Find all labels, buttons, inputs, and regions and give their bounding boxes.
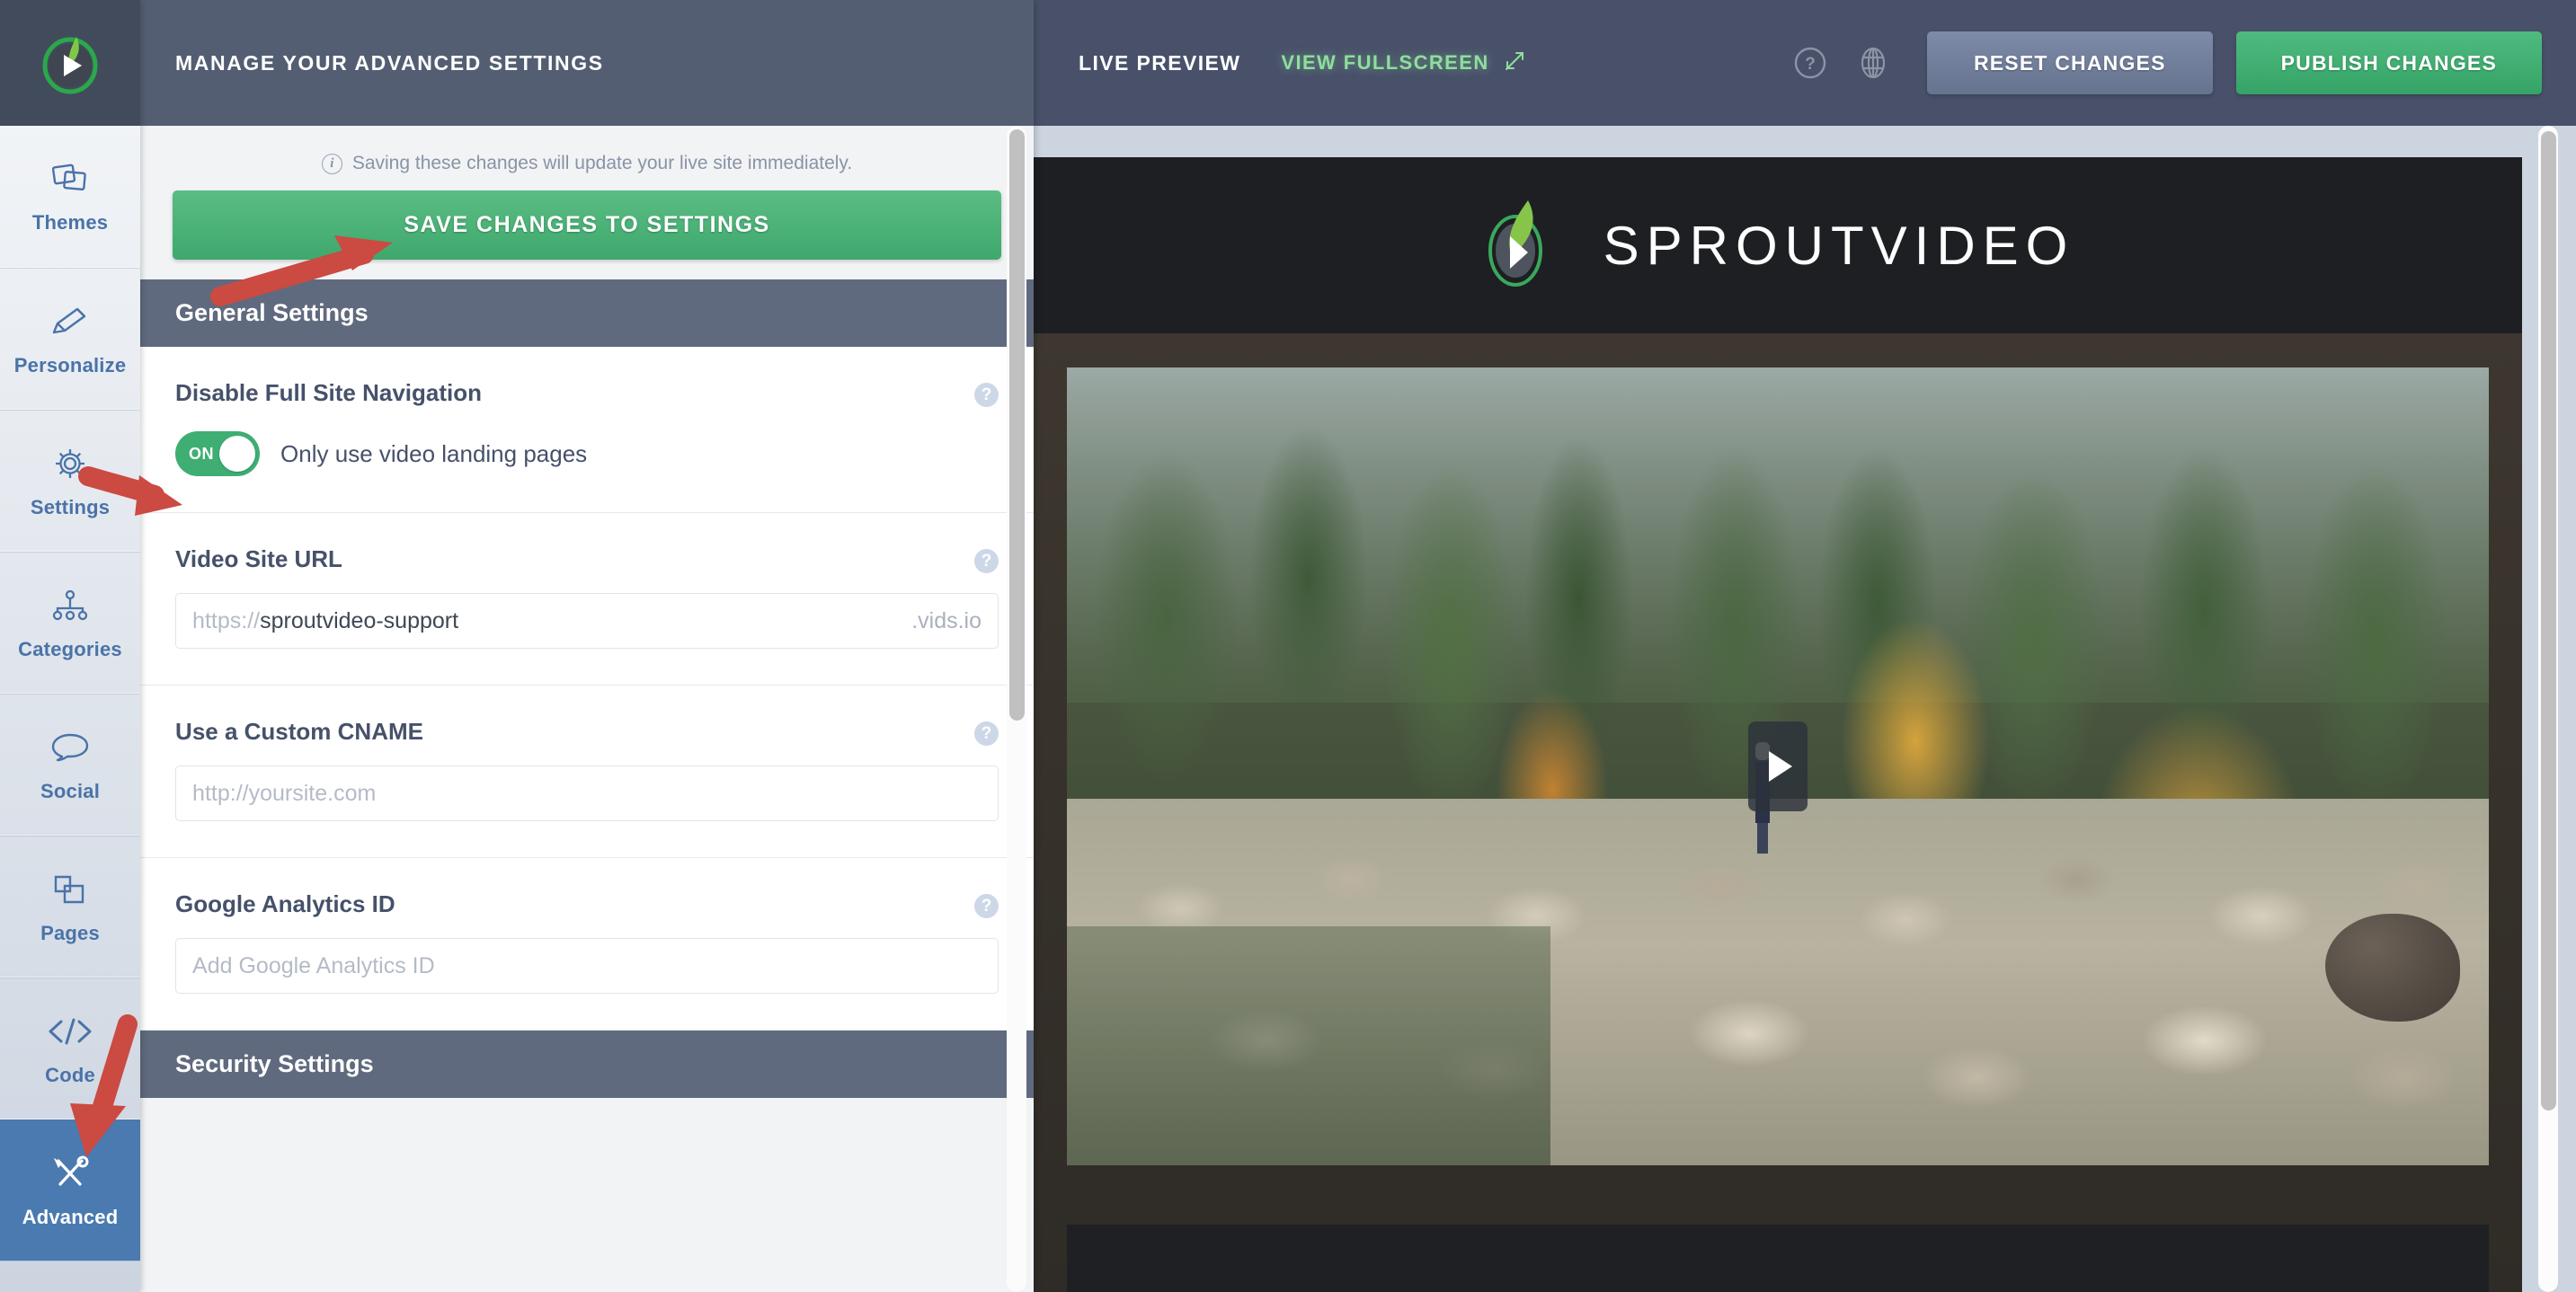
- toggle-row: ON Only use video landing pages: [175, 431, 999, 476]
- gear-icon: [52, 443, 88, 484]
- field-label: Google Analytics ID: [175, 890, 395, 917]
- sproutvideo-play-logo-icon: [42, 37, 98, 94]
- sidebar-item-label: Advanced: [22, 1205, 119, 1228]
- help-icon[interactable]: ?: [974, 549, 999, 573]
- sidebar-item-social[interactable]: Social: [0, 694, 141, 836]
- code-brackets-icon: [47, 1011, 93, 1052]
- field-top: Google Analytics ID ?: [175, 890, 999, 918]
- sidebar-item-settings[interactable]: Settings: [0, 410, 141, 552]
- panel-scrollbar[interactable]: [1007, 126, 1026, 1292]
- toggle-knob: [219, 436, 256, 472]
- settings-panel: MANAGE YOUR ADVANCED SETTINGS i Saving t…: [140, 0, 1034, 1292]
- panel-scrollbar-thumb[interactable]: [1009, 129, 1025, 721]
- app-root: Themes Personalize Settings Categories S…: [0, 0, 2576, 1292]
- site-header: SPROUTVIDEO: [1034, 157, 2522, 333]
- field-google-analytics-id: Google Analytics ID ? Add Google Analyti…: [140, 858, 1034, 1031]
- question-circle-icon[interactable]: ?: [1790, 43, 1830, 83]
- field-top: Disable Full Site Navigation ?: [175, 379, 999, 407]
- url-prefix: https://: [192, 607, 261, 633]
- sidebar-item-themes[interactable]: Themes: [0, 126, 141, 268]
- field-custom-cname: Use a Custom CNAME ? http://yoursite.com: [140, 686, 1034, 858]
- url-value: sproutvideo-support: [260, 607, 459, 633]
- scene-dark-boulder: [2325, 914, 2461, 1022]
- play-triangle: [1769, 751, 1792, 782]
- save-changes-button[interactable]: SAVE CHANGES TO SETTINGS: [173, 190, 1001, 260]
- sidebar-item-label: Settings: [30, 495, 111, 518]
- next-video-card[interactable]: [1067, 1225, 2489, 1292]
- svg-text:?: ?: [1805, 55, 1816, 74]
- save-notice: i Saving these changes will update your …: [173, 146, 1001, 190]
- field-label: Use a Custom CNAME: [175, 718, 423, 745]
- sidebar-item-label: Categories: [18, 637, 122, 660]
- scene-person-legs: [1756, 823, 1768, 854]
- preview-scrollbar-thumb[interactable]: [2541, 131, 2556, 1111]
- preview-toolbar: LIVE PREVIEW VIEW FULLSCREEN ? RESET CHA…: [1034, 0, 2576, 126]
- sproutvideo-sprout-play-logo-icon: [1481, 197, 1566, 295]
- globe-icon[interactable]: [1853, 43, 1893, 83]
- field-label: Disable Full Site Navigation: [175, 379, 483, 406]
- previewed-site: SPROUTVIDEO: [1034, 157, 2522, 1292]
- sidebar-item-label: Social: [40, 779, 101, 802]
- help-icon[interactable]: ?: [974, 383, 999, 407]
- sidebar-item-advanced[interactable]: Advanced: [0, 1119, 141, 1261]
- help-icon[interactable]: ?: [974, 721, 999, 746]
- disable-nav-toggle[interactable]: ON: [175, 431, 261, 476]
- field-video-site-url: Video Site URL ? https:// sproutvideo-su…: [140, 513, 1034, 686]
- google-analytics-input-wrap[interactable]: Add Google Analytics ID: [175, 938, 999, 994]
- featured-video-thumbnail[interactable]: [1067, 367, 2489, 1165]
- save-notice-text: Saving these changes will update your li…: [351, 153, 853, 173]
- preview-stage: SPROUTVIDEO: [1034, 126, 2576, 1292]
- panel-title: MANAGE YOUR ADVANCED SETTINGS: [175, 50, 604, 75]
- publish-changes-button[interactable]: PUBLISH CHANGES: [2235, 31, 2542, 94]
- live-preview-label: LIVE PREVIEW: [1079, 50, 1241, 75]
- preview-toolbar-right: ? RESET CHANGES PUBLISH CHANGES: [1790, 31, 2542, 94]
- panel-header: MANAGE YOUR ADVANCED SETTINGS: [140, 0, 1034, 126]
- preview-scrollbar[interactable]: [2538, 126, 2558, 1292]
- field-top: Use a Custom CNAME ?: [175, 718, 999, 746]
- field-label: Video Site URL: [175, 545, 342, 572]
- sidebar-item-label: Code: [45, 1063, 95, 1086]
- toggle-caption: Only use video landing pages: [280, 439, 588, 467]
- pencil-icon: [50, 301, 90, 342]
- custom-cname-placeholder: http://yoursite.com: [192, 780, 377, 806]
- info-icon: i: [321, 153, 342, 174]
- sidebar-item-pages[interactable]: Pages: [0, 836, 141, 978]
- sidebar-items: Themes Personalize Settings Categories S…: [0, 126, 141, 1292]
- site-logo-wordmark: SPROUTVIDEO: [1603, 215, 2075, 276]
- sitemap-icon: [51, 585, 89, 626]
- sidebar-logo[interactable]: [0, 0, 141, 126]
- expand-arrows-icon: [1502, 47, 1529, 79]
- site-body: [1034, 333, 2522, 1292]
- section-header-general: General Settings: [140, 279, 1034, 347]
- pages-icon: [52, 869, 88, 910]
- custom-cname-input-wrap[interactable]: http://yoursite.com: [175, 765, 999, 821]
- view-fullscreen-button[interactable]: VIEW FULLSCREEN: [1281, 47, 1528, 79]
- tools-icon: [49, 1153, 91, 1194]
- sidebar-item-code[interactable]: Code: [0, 978, 141, 1119]
- sidebar-item-label: Themes: [31, 211, 109, 234]
- section-header-security: Security Settings: [140, 1031, 1034, 1098]
- live-preview-area: LIVE PREVIEW VIEW FULLSCREEN ? RESET CHA…: [1034, 0, 2576, 1292]
- field-top: Video Site URL ?: [175, 545, 999, 573]
- view-fullscreen-label: VIEW FULLSCREEN: [1281, 51, 1489, 74]
- play-icon[interactable]: [1748, 721, 1808, 811]
- field-disable-full-site-navigation: Disable Full Site Navigation ? ON Only u…: [140, 347, 1034, 513]
- sidebar-item-categories[interactable]: Categories: [0, 552, 141, 694]
- panel-body: i Saving these changes will update your …: [140, 126, 1034, 1292]
- url-suffix: .vids.io: [911, 607, 982, 633]
- sidebar-item-label: Personalize: [13, 353, 127, 376]
- sidebar-item-label: Pages: [40, 921, 100, 944]
- help-icon[interactable]: ?: [974, 894, 999, 918]
- save-block: i Saving these changes will update your …: [140, 126, 1034, 279]
- sidebar: Themes Personalize Settings Categories S…: [0, 0, 141, 1292]
- scene-water: [1067, 925, 1550, 1165]
- themes-icon: [52, 158, 88, 199]
- video-site-url-input[interactable]: https:// sproutvideo-support .vids.io: [175, 593, 999, 649]
- toggle-state-label: ON: [189, 444, 215, 463]
- sidebar-item-personalize[interactable]: Personalize: [0, 268, 141, 410]
- reset-changes-button[interactable]: RESET CHANGES: [1926, 31, 2213, 94]
- speech-bubble-icon: [50, 727, 90, 768]
- google-analytics-placeholder: Add Google Analytics ID: [192, 952, 435, 978]
